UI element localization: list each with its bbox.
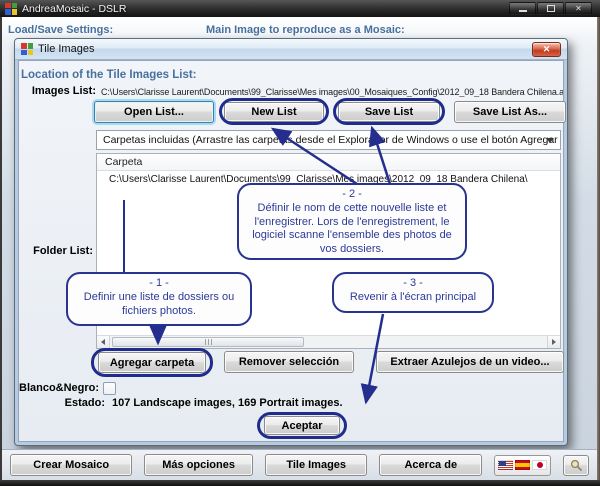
callout-3-number: - 3 -	[340, 277, 486, 291]
included-folders-dropdown-value: Carpetas incluidas (Arrastre las carpeta…	[103, 134, 561, 146]
estado-value: 107 Landscape images, 169 Portrait image…	[112, 397, 343, 409]
open-list-button[interactable]: Open List...	[94, 101, 214, 123]
dialog-close-icon: ✕	[543, 44, 551, 55]
crear-mosaico-button[interactable]: Crear Mosaico	[10, 454, 132, 476]
tile-images-dialog: Tile Images ✕ Location of the Tile Image…	[14, 38, 568, 446]
japan-flag-icon	[532, 460, 547, 470]
main-image-label: Main Image to reproduce as a Mosaic:	[206, 24, 405, 36]
callout-1-number: - 1 -	[74, 277, 244, 291]
location-heading: Location of the Tile Images List:	[21, 69, 197, 81]
main-toolbar: Crear Mosaico Más opciones Tile Images A…	[2, 449, 597, 480]
callout-1: - 1 - Definir une liste de dossiers ou f…	[66, 272, 252, 326]
folder-list-column-header[interactable]: Carpeta	[97, 154, 560, 171]
folder-list-label: Folder List:	[21, 245, 93, 257]
dialog-title: Tile Images	[38, 43, 94, 55]
blanco-negro-checkbox[interactable]	[103, 382, 116, 395]
remover-seleccion-button[interactable]: Remover selección	[224, 351, 354, 373]
dialog-close-button[interactable]: ✕	[532, 42, 561, 57]
load-save-settings-label: Load/Save Settings:	[8, 24, 113, 36]
dropdown-arrow-icon	[542, 133, 558, 147]
agregar-carpeta-button[interactable]: Agregar carpeta	[98, 352, 206, 373]
extraer-azulejos-button[interactable]: Extraer Azulejos de un video...	[376, 351, 564, 373]
callout-2: - 2 - Définir le nom de cette nouvelle l…	[237, 183, 467, 260]
callout-2-number: - 2 -	[245, 188, 459, 202]
magnifier-icon	[570, 459, 582, 471]
scroll-left-icon	[101, 339, 105, 345]
dialog-titlebar: Tile Images	[15, 39, 567, 60]
close-button[interactable]: ✕	[565, 2, 592, 15]
images-list-path: C:\Users\Clarisse Laurent\Documents\99_C…	[101, 87, 563, 97]
callout-3: - 3 - Revenir à l'écran principal	[332, 272, 494, 313]
scroll-left-button[interactable]	[97, 336, 110, 348]
scroll-right-icon	[552, 339, 556, 345]
window-bottom-edge	[0, 480, 600, 486]
horizontal-scrollbar[interactable]	[97, 335, 560, 348]
mas-opciones-button[interactable]: Más opciones	[144, 454, 253, 476]
maximize-icon	[547, 5, 555, 12]
tile-images-button[interactable]: Tile Images	[265, 454, 368, 476]
aceptar-button[interactable]: Aceptar	[264, 416, 340, 435]
window-titlebar: AndreaMosaic - DSLR ✕	[0, 0, 600, 17]
spain-flag-icon	[515, 460, 530, 470]
language-selector[interactable]	[494, 455, 551, 476]
dialog-mosaic-icon	[21, 43, 33, 55]
app-mosaic-icon	[5, 3, 17, 15]
images-list-label: Images List:	[21, 85, 96, 97]
scrollbar-thumb[interactable]	[112, 337, 304, 347]
minimize-button[interactable]	[509, 2, 536, 15]
minimize-icon	[519, 10, 527, 12]
callout-2-text: Définir le nom de cette nouvelle liste e…	[252, 202, 452, 255]
save-list-button[interactable]: Save List	[338, 102, 440, 122]
callout-1-text: Definir une liste de dossiers ou fichier…	[84, 291, 234, 317]
window-controls: ✕	[509, 2, 592, 15]
scroll-right-button[interactable]	[547, 336, 560, 348]
acerca-de-button[interactable]: Acerca de	[379, 454, 482, 476]
window-left-edge	[0, 17, 2, 486]
save-list-as-button[interactable]: Save List As...	[454, 101, 566, 123]
included-folders-dropdown[interactable]: Carpetas incluidas (Arrastre las carpeta…	[96, 130, 561, 150]
window-title: AndreaMosaic - DSLR	[22, 3, 126, 15]
maximize-button[interactable]	[537, 2, 564, 15]
search-button[interactable]	[563, 455, 589, 476]
us-flag-icon	[498, 460, 513, 470]
new-list-button[interactable]: New List	[224, 102, 324, 122]
callout-3-text: Revenir à l'écran principal	[350, 291, 476, 303]
andreamosaic-window: AndreaMosaic - DSLR ✕ Load/Save Settings…	[0, 0, 600, 486]
estado-label: Estado:	[35, 397, 105, 409]
blanco-negro-label: Blanco&Negro:	[19, 382, 99, 394]
close-icon: ✕	[575, 5, 582, 13]
